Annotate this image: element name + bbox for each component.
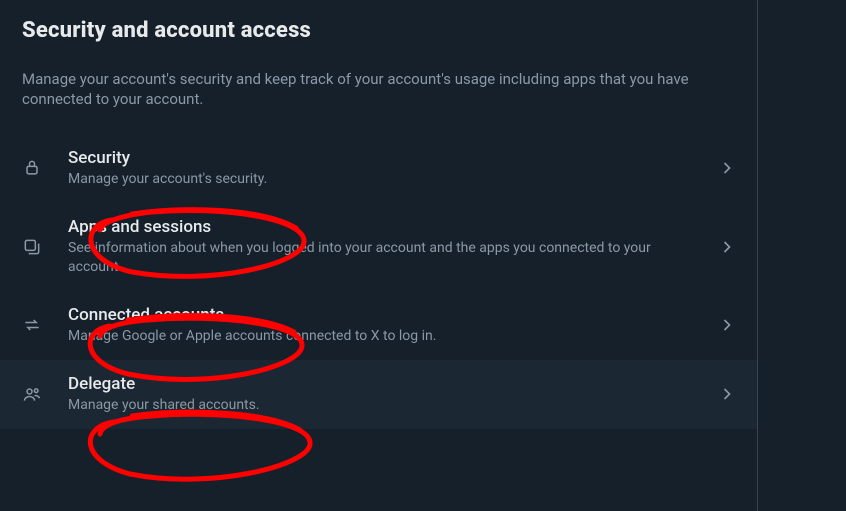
nav-item-text: Delegate Manage your shared accounts. — [68, 374, 709, 415]
nav-item-text: Apps and sessions See information about … — [68, 217, 709, 277]
nav-item-title: Delegate — [68, 374, 709, 395]
nav-item-apps-sessions[interactable]: Apps and sessions See information about … — [0, 203, 757, 291]
nav-item-text: Connected accounts Manage Google or Appl… — [68, 305, 709, 346]
lock-icon — [22, 158, 68, 178]
chevron-right-icon — [709, 315, 737, 335]
nav-item-title: Connected accounts — [68, 305, 709, 326]
chevron-right-icon — [709, 237, 737, 257]
apps-icon — [22, 237, 68, 257]
chevron-right-icon — [709, 158, 737, 178]
nav-item-subtitle: Manage your shared accounts. — [68, 396, 709, 415]
page-description: Manage your account's security and keep … — [0, 47, 757, 134]
settings-panel: Security and account access Manage your … — [0, 0, 758, 511]
swap-icon — [22, 315, 68, 335]
nav-item-title: Security — [68, 148, 709, 169]
page-title: Security and account access — [0, 10, 757, 47]
people-icon — [22, 384, 68, 404]
nav-item-subtitle: Manage your account's security. — [68, 170, 709, 189]
nav-item-subtitle: Manage Google or Apple accounts connecte… — [68, 327, 709, 346]
nav-item-security[interactable]: Security Manage your account's security. — [0, 134, 757, 203]
nav-item-subtitle: See information about when you logged in… — [68, 239, 709, 277]
nav-item-connected-accounts[interactable]: Connected accounts Manage Google or Appl… — [0, 291, 757, 360]
chevron-right-icon — [709, 384, 737, 404]
nav-item-text: Security Manage your account's security. — [68, 148, 709, 189]
nav-item-title: Apps and sessions — [68, 217, 709, 238]
nav-item-delegate[interactable]: Delegate Manage your shared accounts. — [0, 360, 757, 429]
